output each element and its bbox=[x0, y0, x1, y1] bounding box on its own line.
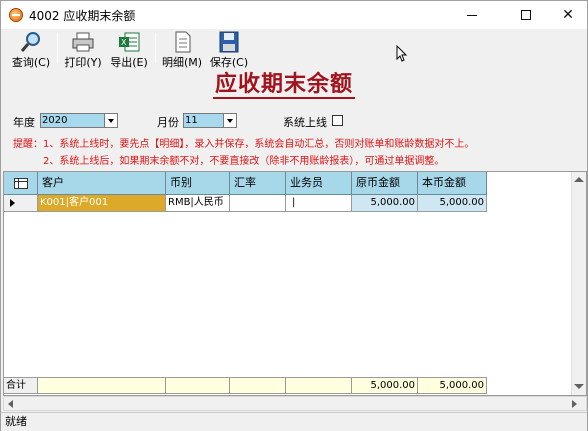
floppy-disk-icon bbox=[217, 31, 241, 53]
month-value: 11 bbox=[185, 115, 198, 126]
excel-export-icon: X bbox=[117, 31, 141, 53]
horizontal-scrollbar[interactable] bbox=[3, 396, 587, 411]
column-header-customer[interactable]: 客户 bbox=[38, 172, 166, 195]
month-label: 月份 bbox=[157, 116, 179, 129]
export-button[interactable]: X 导出(E) bbox=[107, 29, 151, 69]
scroll-right-icon[interactable] bbox=[572, 400, 577, 408]
total-customer-cell bbox=[38, 377, 166, 394]
query-label: 查询(C) bbox=[11, 56, 51, 69]
application-window: 4002 应收期末余额 ✕ 查询(C) 打印(Y) X 导出(E) 明细(M) … bbox=[0, 0, 588, 431]
table-icon bbox=[14, 178, 28, 189]
magnifier-icon bbox=[19, 31, 43, 53]
row-header[interactable] bbox=[4, 195, 38, 212]
total-label: 合计 bbox=[4, 377, 38, 394]
column-header-orig-amount[interactable]: 原币金额 bbox=[352, 172, 418, 195]
close-button[interactable]: ✕ bbox=[549, 1, 587, 29]
balance-grid: 客户 币别 汇率 业务员 原币金额 本币金额 K001|客户001 RMB|人民… bbox=[3, 171, 587, 396]
print-label: 打印(Y) bbox=[64, 56, 102, 69]
column-header-salesman[interactable]: 业务员 bbox=[286, 172, 352, 195]
export-label: 导出(E) bbox=[110, 56, 148, 69]
svg-text:X: X bbox=[121, 38, 127, 47]
orig-amount-cell[interactable]: 5,000.00 bbox=[352, 195, 418, 212]
toolbar: 查询(C) 打印(Y) X 导出(E) 明细(M) 保存(C) bbox=[1, 29, 587, 69]
save-label: 保存(C) bbox=[209, 56, 249, 69]
close-icon: ✕ bbox=[562, 7, 574, 23]
mouse-cursor-icon bbox=[396, 45, 408, 62]
local-amount-cell[interactable]: 5,000.00 bbox=[418, 195, 487, 212]
title-bar: 4002 应收期末余额 ✕ bbox=[1, 1, 587, 29]
month-select[interactable]: 11 bbox=[183, 113, 237, 128]
total-currency-cell bbox=[166, 377, 230, 394]
save-button[interactable]: 保存(C) bbox=[209, 29, 249, 69]
scroll-up-icon[interactable] bbox=[574, 177, 584, 182]
detail-label: 明细(M) bbox=[161, 56, 203, 69]
minimize-button[interactable] bbox=[449, 1, 495, 29]
rate-cell[interactable] bbox=[230, 195, 286, 212]
chevron-down-icon[interactable] bbox=[223, 114, 236, 127]
online-checkbox[interactable] bbox=[332, 115, 343, 126]
window-title: 4002 应收期末余额 bbox=[29, 9, 136, 23]
salesman-cell[interactable]: | bbox=[286, 195, 352, 212]
tip-line-1: 提醒：1、系统上线时，要先点【明细】，录入并保存，系统会自动汇总，否则对账单和账… bbox=[13, 139, 475, 150]
chevron-down-icon[interactable] bbox=[104, 114, 117, 127]
customer-cell[interactable]: K001|客户001 bbox=[38, 195, 166, 212]
maximize-button[interactable] bbox=[503, 1, 549, 29]
scroll-down-icon[interactable] bbox=[574, 384, 584, 389]
total-salesman-cell bbox=[286, 377, 352, 394]
total-rate-cell bbox=[230, 377, 286, 394]
status-text: 就绪 bbox=[5, 415, 27, 428]
total-local-amount: 5,000.00 bbox=[418, 377, 487, 394]
app-icon bbox=[9, 8, 23, 22]
maximize-icon bbox=[521, 10, 531, 20]
page-title: 应收期末余额 bbox=[213, 71, 356, 99]
year-label: 年度 bbox=[13, 116, 35, 129]
column-header-local-amount[interactable]: 本币金额 bbox=[418, 172, 487, 195]
column-header-rate[interactable]: 汇率 bbox=[230, 172, 286, 195]
total-orig-amount: 5,000.00 bbox=[352, 377, 418, 394]
vertical-scrollbar[interactable] bbox=[571, 172, 586, 395]
year-value: 2020 bbox=[42, 115, 68, 126]
minimize-icon bbox=[467, 14, 477, 16]
query-button[interactable]: 查询(C) bbox=[9, 29, 53, 69]
scroll-left-icon[interactable] bbox=[8, 400, 13, 408]
current-row-icon bbox=[10, 199, 15, 207]
toolbar-separator bbox=[155, 33, 156, 63]
document-icon bbox=[170, 31, 194, 53]
grid-corner[interactable] bbox=[4, 172, 38, 195]
tip-line-2: 2、系统上线后，如果期末余额不对，不要直接改（除非不用账龄报表），可通过单据调整… bbox=[43, 156, 445, 167]
status-bar: 就绪 bbox=[1, 412, 587, 431]
year-select[interactable]: 2020 bbox=[40, 113, 118, 128]
column-header-currency[interactable]: 币别 bbox=[166, 172, 230, 195]
online-label: 系统上线 bbox=[283, 116, 327, 129]
printer-icon bbox=[71, 31, 95, 53]
print-button[interactable]: 打印(Y) bbox=[63, 29, 103, 69]
currency-cell[interactable]: RMB|人民币 bbox=[166, 195, 230, 212]
toolbar-separator bbox=[57, 33, 58, 63]
detail-button[interactable]: 明细(M) bbox=[161, 29, 203, 69]
